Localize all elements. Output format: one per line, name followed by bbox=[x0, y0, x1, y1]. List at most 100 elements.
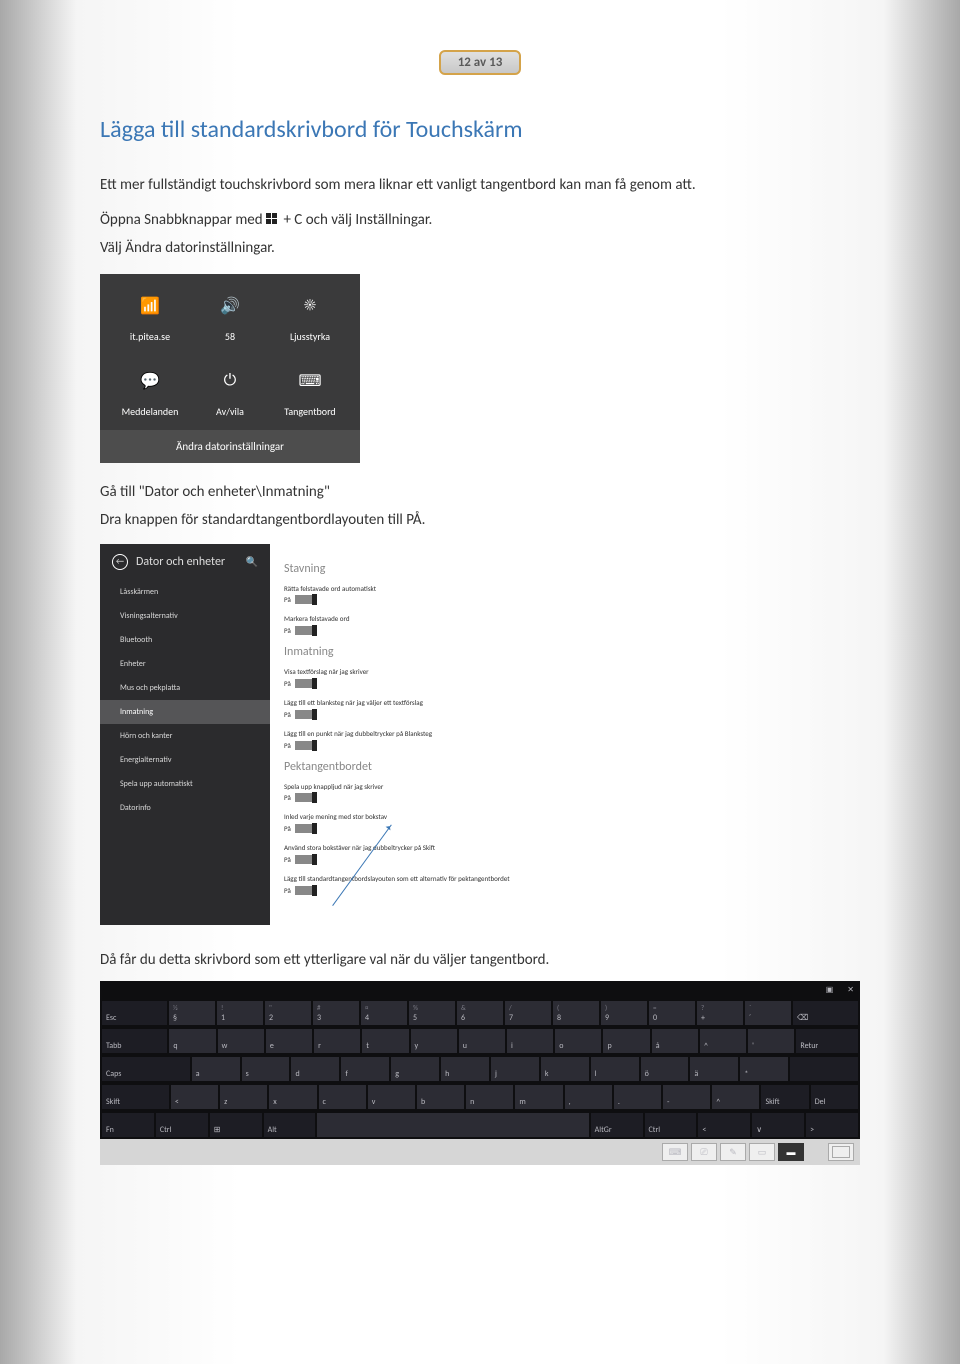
sidebar-item-visningsalternativ[interactable]: Visningsalternativ bbox=[100, 604, 270, 628]
key[interactable]: `´ bbox=[745, 1001, 791, 1025]
back-icon[interactable]: ← bbox=[112, 554, 128, 570]
key[interactable]: l bbox=[591, 1057, 639, 1081]
key[interactable]: Esc bbox=[102, 1001, 167, 1025]
sidebar-item-inmatning[interactable]: Inmatning bbox=[100, 700, 270, 724]
sidebar-item-mus-och-pekplatta[interactable]: Mus och pekplatta bbox=[100, 676, 270, 700]
key[interactable]: w bbox=[218, 1029, 264, 1053]
toggle-switch[interactable]: På bbox=[284, 740, 317, 750]
toggle-switch[interactable]: På bbox=[284, 885, 317, 895]
key[interactable]: e bbox=[266, 1029, 312, 1053]
key[interactable]: , bbox=[565, 1085, 612, 1109]
key[interactable]: &6 bbox=[457, 1001, 503, 1025]
key[interactable]: r bbox=[314, 1029, 360, 1053]
key[interactable] bbox=[790, 1057, 858, 1081]
key[interactable]: - bbox=[663, 1085, 710, 1109]
key[interactable]: n bbox=[466, 1085, 513, 1109]
key[interactable]: j bbox=[491, 1057, 539, 1081]
key[interactable]: v bbox=[368, 1085, 415, 1109]
key[interactable]: ⌫ bbox=[793, 1001, 858, 1025]
key[interactable]: Retur bbox=[796, 1029, 858, 1053]
key[interactable]: ö bbox=[641, 1057, 689, 1081]
key[interactable] bbox=[317, 1113, 588, 1137]
key[interactable]: ⊞ bbox=[210, 1113, 262, 1137]
sidebar-item-spela-upp-automatiskt[interactable]: Spela upp automatiskt bbox=[100, 772, 270, 796]
key[interactable]: q bbox=[169, 1029, 215, 1053]
key[interactable]: p bbox=[603, 1029, 649, 1053]
key[interactable]: < bbox=[171, 1085, 218, 1109]
charm-ljusstyrka[interactable]: ☀Ljusstyrka bbox=[275, 292, 345, 343]
charm-58[interactable]: 🔊58 bbox=[195, 292, 265, 343]
key[interactable]: > bbox=[806, 1113, 858, 1137]
key[interactable]: Caps bbox=[102, 1057, 190, 1081]
undock-icon[interactable]: ▣ bbox=[826, 985, 834, 995]
sidebar-item-datorinfo[interactable]: Datorinfo bbox=[100, 796, 270, 820]
key[interactable]: =0 bbox=[649, 1001, 695, 1025]
key[interactable]: f bbox=[341, 1057, 389, 1081]
charms-footer-link[interactable]: Ändra datorinställningar bbox=[100, 430, 360, 463]
key[interactable]: Ctrl bbox=[645, 1113, 697, 1137]
toggle-switch[interactable]: På bbox=[284, 709, 317, 719]
key[interactable]: Tabb bbox=[102, 1029, 167, 1053]
key[interactable]: a bbox=[192, 1057, 240, 1081]
key[interactable]: x bbox=[269, 1085, 316, 1109]
key[interactable]: o bbox=[555, 1029, 601, 1053]
charm-tangentbord[interactable]: ⌨Tangentbord bbox=[275, 367, 345, 418]
key[interactable]: ä bbox=[690, 1057, 738, 1081]
key[interactable]: ' bbox=[748, 1029, 794, 1053]
key[interactable]: Fn bbox=[102, 1113, 154, 1137]
key[interactable]: * bbox=[740, 1057, 788, 1081]
key[interactable]: ½§ bbox=[169, 1001, 215, 1025]
key[interactable]: . bbox=[614, 1085, 661, 1109]
charm-meddelanden[interactable]: 💬Meddelanden bbox=[115, 367, 185, 418]
key[interactable]: g bbox=[391, 1057, 439, 1081]
toggle-switch[interactable]: På bbox=[284, 595, 317, 605]
toggle-switch[interactable]: På bbox=[284, 678, 317, 688]
sidebar-item-bluetooth[interactable]: Bluetooth bbox=[100, 628, 270, 652]
layout-standard-icon[interactable]: ⌨ bbox=[662, 1143, 688, 1161]
key[interactable]: i bbox=[507, 1029, 553, 1053]
key[interactable]: /7 bbox=[505, 1001, 551, 1025]
sidebar-item-h-rn-och-kanter[interactable]: Hörn och kanter bbox=[100, 724, 270, 748]
key[interactable]: "2 bbox=[265, 1001, 311, 1025]
sidebar-item-enheter[interactable]: Enheter bbox=[100, 652, 270, 676]
key[interactable]: Alt bbox=[264, 1113, 316, 1137]
close-icon[interactable]: ✕ bbox=[847, 985, 854, 995]
key[interactable]: ?+ bbox=[697, 1001, 743, 1025]
key[interactable]: %5 bbox=[409, 1001, 455, 1025]
key[interactable]: )9 bbox=[601, 1001, 647, 1025]
key[interactable]: b bbox=[417, 1085, 464, 1109]
layout-full-icon[interactable]: ▬ bbox=[778, 1143, 804, 1161]
key[interactable]: ^ bbox=[712, 1085, 759, 1109]
key[interactable]: t bbox=[362, 1029, 408, 1053]
toggle-switch[interactable]: På bbox=[284, 823, 317, 833]
sidebar-item-l-ssk-rmen[interactable]: Låsskärmen bbox=[100, 580, 270, 604]
key[interactable]: ^ bbox=[700, 1029, 746, 1053]
layout-split-icon[interactable]: ⎚ bbox=[691, 1143, 717, 1161]
charm-it-pitea-se[interactable]: 📶it.pitea.se bbox=[115, 292, 185, 343]
key[interactable]: d bbox=[291, 1057, 339, 1081]
key[interactable]: u bbox=[459, 1029, 505, 1053]
key[interactable]: y bbox=[411, 1029, 457, 1053]
key[interactable]: (8 bbox=[553, 1001, 599, 1025]
sidebar-item-energialternativ[interactable]: Energialternativ bbox=[100, 748, 270, 772]
toggle-switch[interactable]: På bbox=[284, 625, 317, 635]
key[interactable]: h bbox=[441, 1057, 489, 1081]
key[interactable]: k bbox=[541, 1057, 589, 1081]
key[interactable]: s bbox=[242, 1057, 290, 1081]
key[interactable]: Del bbox=[811, 1085, 858, 1109]
layout-handwrite-icon[interactable]: ✎ bbox=[720, 1143, 746, 1161]
key[interactable]: !1 bbox=[217, 1001, 263, 1025]
key[interactable]: c bbox=[319, 1085, 366, 1109]
key[interactable]: ¤4 bbox=[361, 1001, 407, 1025]
search-icon[interactable]: 🔍 bbox=[246, 555, 258, 568]
key[interactable]: #3 bbox=[313, 1001, 359, 1025]
key[interactable]: z bbox=[220, 1085, 267, 1109]
key[interactable]: m bbox=[515, 1085, 562, 1109]
key[interactable]: ∨ bbox=[752, 1113, 804, 1137]
key[interactable]: Skift bbox=[102, 1085, 169, 1109]
keyboard-toggle-icon[interactable] bbox=[828, 1143, 854, 1161]
toggle-switch[interactable]: På bbox=[284, 854, 317, 864]
charm-av-vila[interactable]: ⏻Av/vila bbox=[195, 367, 265, 418]
toggle-switch[interactable]: På bbox=[284, 793, 317, 803]
key[interactable]: Skift bbox=[761, 1085, 808, 1109]
